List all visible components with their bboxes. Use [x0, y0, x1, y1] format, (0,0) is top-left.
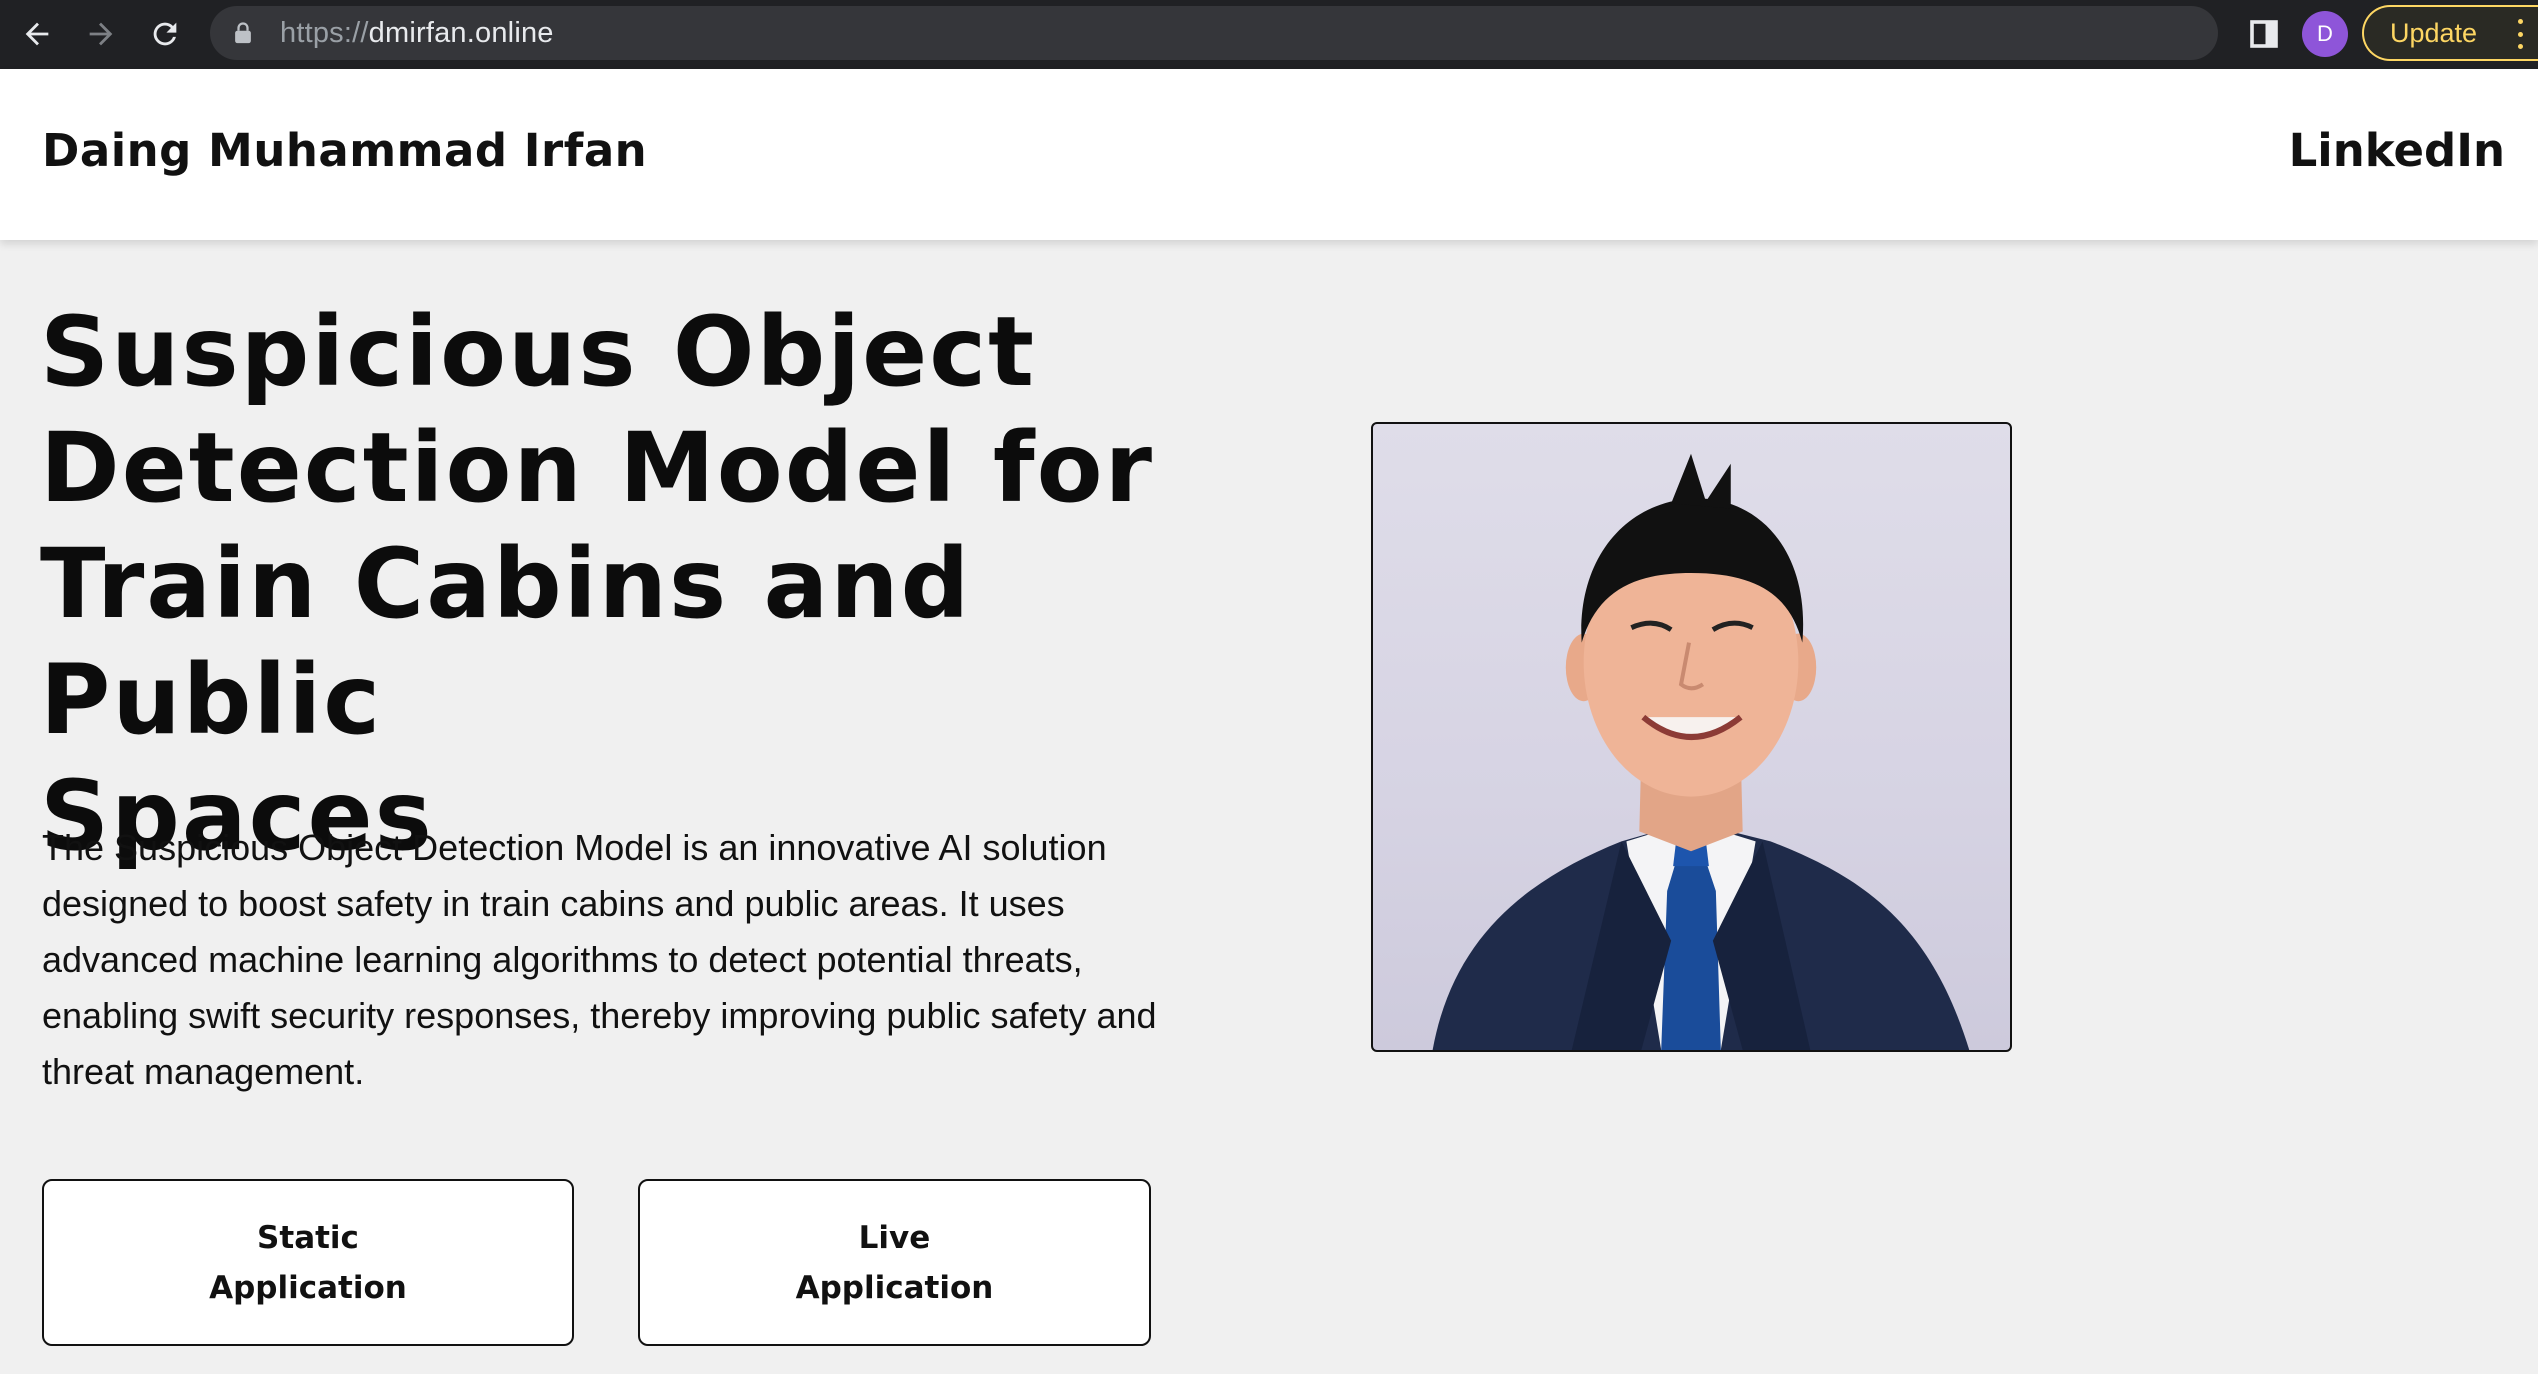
title-line: Train Cabins and Public	[40, 528, 972, 756]
sidebar-icon	[2250, 20, 2278, 48]
live-application-button[interactable]: Live Application	[638, 1179, 1151, 1346]
reload-icon	[153, 22, 177, 46]
url-host: dmirfan.online	[368, 16, 554, 49]
title-line: Detection Model for	[40, 412, 1154, 524]
site-brand[interactable]: Daing Muhammad Irfan	[42, 124, 647, 177]
button-label-line: Application	[795, 1269, 994, 1306]
url-scheme: https://	[280, 16, 369, 49]
button-label-line: Static	[257, 1219, 359, 1256]
forward-button[interactable]	[76, 9, 126, 59]
title-line: Suspicious Object	[40, 296, 1037, 408]
back-arrow-icon	[25, 22, 49, 46]
site-header: Daing Muhammad Irfan LinkedIn	[0, 69, 2538, 240]
address-bar[interactable]: https://dmirfan.online	[210, 6, 2218, 60]
reload-button[interactable]	[140, 9, 190, 59]
url-text: https://dmirfan.online	[280, 17, 554, 50]
update-button[interactable]: Update	[2362, 5, 2538, 61]
browser-toolbar: https://dmirfan.online D Update	[0, 0, 2538, 69]
profile-avatar[interactable]: D	[2302, 11, 2348, 57]
page-title: Suspicious Object Detection Model for Tr…	[40, 294, 1220, 874]
linkedin-link[interactable]: LinkedIn	[2289, 124, 2505, 177]
button-label-line: Application	[209, 1269, 407, 1306]
forward-arrow-icon	[89, 22, 113, 46]
update-label: Update	[2390, 17, 2478, 48]
more-vert-icon	[2516, 19, 2524, 49]
static-application-button[interactable]: Static Application	[42, 1179, 574, 1346]
profile-photo	[1371, 422, 2012, 1052]
button-label-line: Live	[858, 1219, 931, 1256]
lock-icon	[234, 19, 258, 47]
back-button[interactable]	[12, 9, 62, 59]
sidebar-toggle-button[interactable]	[2244, 14, 2284, 54]
project-description: The Suspicious Object Detection Model is…	[42, 827, 1157, 1092]
person-portrait-illustration	[1432, 453, 1970, 1050]
